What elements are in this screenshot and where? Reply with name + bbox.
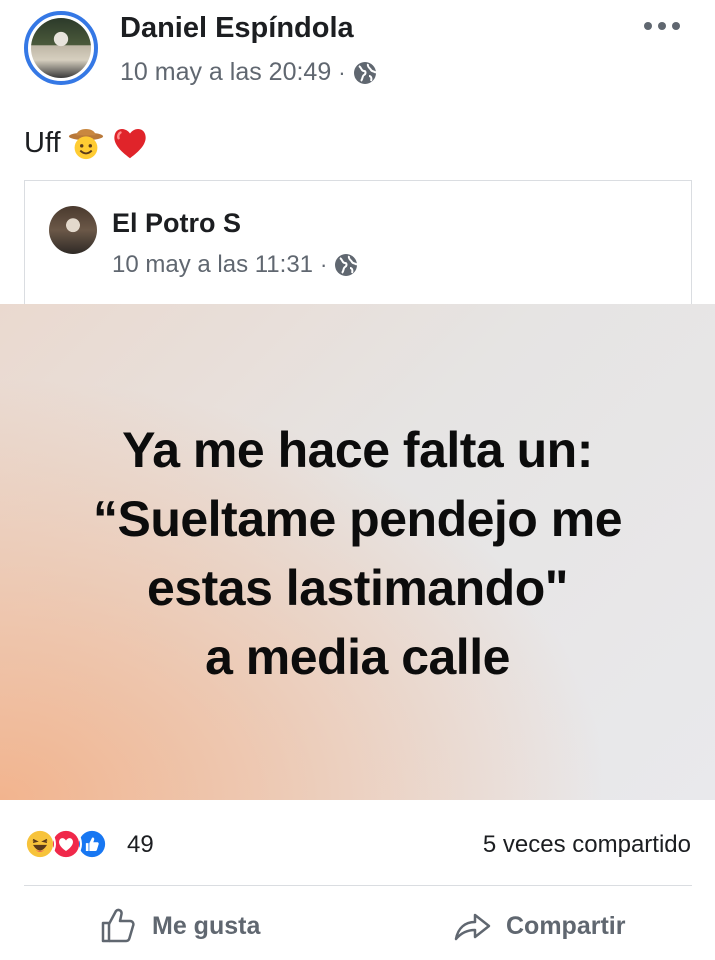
shared-post-timestamp[interactable]: 10 may a las 11:31 bbox=[112, 251, 313, 279]
globe-icon bbox=[353, 61, 377, 84]
post-actions: Me gusta Compartir bbox=[0, 886, 715, 960]
image-text-line: a media calle bbox=[205, 629, 510, 685]
shared-post-meta: 10 may a las 11:31 · bbox=[112, 251, 359, 279]
image-text: Ya me hace falta un: “Sueltame pendejo m… bbox=[0, 416, 715, 692]
like-label: Me gusta bbox=[152, 911, 261, 940]
post-timestamp[interactable]: 10 may a las 20:49 bbox=[120, 58, 331, 87]
image-text-line: Ya me hace falta un: bbox=[122, 422, 593, 478]
post-text-content: Uff bbox=[24, 126, 61, 159]
red-heart-icon bbox=[113, 128, 146, 159]
meta-separator: · bbox=[320, 252, 328, 277]
haha-icon bbox=[24, 828, 56, 860]
shared-post-card[interactable]: El Potro S 10 may a las 11:31 · bbox=[24, 180, 692, 304]
cowboy-face-icon bbox=[68, 128, 103, 160]
shared-author-name[interactable]: El Potro S bbox=[112, 208, 241, 239]
post-text: Uff bbox=[24, 124, 149, 162]
reactions-summary[interactable] bbox=[24, 828, 108, 860]
author-avatar[interactable] bbox=[24, 11, 98, 85]
shared-post-image[interactable]: Ya me hace falta un: “Sueltame pendejo m… bbox=[0, 304, 715, 800]
share-button[interactable]: Compartir bbox=[452, 906, 625, 946]
share-label: Compartir bbox=[506, 911, 626, 940]
share-arrow-icon bbox=[454, 913, 491, 941]
share-count[interactable]: 5 veces compartido bbox=[483, 831, 691, 859]
thumbs-up-icon bbox=[101, 908, 135, 943]
image-text-line: “Sueltame pendejo me bbox=[92, 491, 623, 547]
reaction-count[interactable]: 49 bbox=[127, 831, 154, 859]
globe-icon bbox=[335, 254, 359, 276]
shared-author-avatar[interactable] bbox=[49, 206, 97, 254]
meta-separator: · bbox=[338, 59, 346, 85]
post-stats: 49 5 veces compartido bbox=[0, 800, 715, 886]
like-button[interactable]: Me gusta bbox=[98, 906, 260, 946]
post-header: Daniel Espíndola 10 may a las 20:49 · bbox=[0, 0, 715, 100]
image-text-line: estas lastimando" bbox=[147, 560, 568, 616]
avatar-photo bbox=[31, 18, 91, 78]
more-options-icon[interactable] bbox=[644, 16, 680, 36]
post-meta: 10 may a las 20:49 · bbox=[120, 58, 377, 87]
author-name[interactable]: Daniel Espíndola bbox=[120, 12, 354, 45]
